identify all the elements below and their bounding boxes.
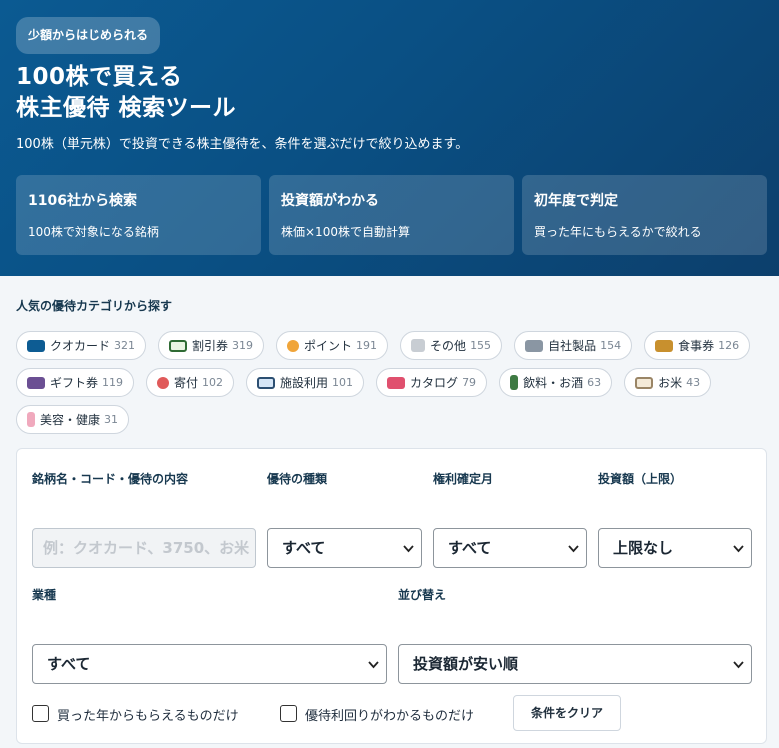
yield-checkbox[interactable] [280,705,297,722]
feature-card-amount: 投資額がわかる 株価×100株で自動計算 [269,175,514,255]
catalog-icon [387,376,406,389]
gift-card-icon [27,376,45,389]
beauty-icon [27,412,35,427]
month-select-value: すべて [448,539,492,557]
amount-select[interactable]: 上限なし [598,528,752,568]
feature-desc: 株価×100株で自動計算 [281,225,410,239]
keyword-search-input[interactable]: 例：クオカード、3750、お米 [32,528,256,568]
chip-count: 155 [470,339,492,352]
sort-select-value: 投資額が安い順 [413,655,519,673]
chip-label: 自社製品 [548,339,597,353]
chip-label: 美容・健康 [40,413,101,427]
chip-count: 319 [232,339,254,352]
chip-label: 食事券 [678,339,715,353]
sort-label: 並び替え [398,588,447,602]
feature-card-search: 1106社から検索 100株で対象になる銘柄 [16,175,261,255]
category-chip-list: クオカード 321 割引券 319 ポイント 191 その他 155 自社製品 … [16,331,756,434]
feature-card-first-year: 初年度で判定 買った年にもらえるかで絞れる [522,175,767,255]
chip-label: カタログ [410,376,459,390]
yield-checkbox-label[interactable]: 優待利回りがわかるものだけ [305,705,474,724]
type-select[interactable]: すべて [267,528,422,568]
chip-label: クオカード [50,339,111,353]
month-select[interactable]: すべて [433,528,587,568]
chip-label: ポイント [304,339,353,353]
chip-count: 79 [462,376,477,389]
chip-label: ギフト券 [50,376,99,390]
chip-count: 101 [332,376,354,389]
card-icon [27,339,45,352]
keyword-label: 銘柄名・コード・優待の内容 [32,472,189,486]
facility-icon [257,376,276,389]
chip-count: 31 [104,413,119,426]
title-line-1: 100株で買える [16,64,183,90]
chevron-down-icon [733,661,744,669]
chevron-down-icon [733,545,744,553]
first-year-checkbox-label[interactable]: 買った年からもらえるものだけ [57,705,239,724]
category-chip-quo-card[interactable]: クオカード 321 [16,331,147,360]
amount-select-value: 上限なし [613,539,674,557]
other-icon [411,339,426,352]
category-chip-own-product[interactable]: 自社製品 154 [514,331,633,360]
feature-title: 投資額がわかる [281,193,379,209]
category-chip-other[interactable]: その他 155 [400,331,503,360]
feature-desc: 買った年にもらえるかで絞れる [534,225,702,239]
meal-ticket-icon [655,339,674,352]
title-line-2: 株主優待 検索ツール [16,95,237,121]
type-select-value: すべて [282,539,326,557]
month-label: 権利確定月 [433,472,494,486]
chevron-down-icon [403,545,414,553]
chip-count: 154 [600,339,622,352]
point-icon [287,339,300,352]
rice-icon [635,376,654,389]
industry-label: 業種 [32,588,57,602]
chip-count: 119 [102,376,124,389]
category-chip-facility[interactable]: 施設利用 101 [246,368,365,397]
category-chip-drink[interactable]: 飲料・お酒 63 [499,368,613,397]
category-chip-discount[interactable]: 割引券 319 [158,331,265,360]
chevron-down-icon [568,545,579,553]
industry-select-value: すべて [47,655,91,673]
chip-count: 191 [356,339,378,352]
category-chip-meal-ticket[interactable]: 食事券 126 [644,331,751,360]
chip-count: 126 [718,339,740,352]
search-filter-panel: 銘柄名・コード・優待の内容 優待の種類 権利確定月 投資額（上限） 例：クオカー… [16,448,767,744]
type-label: 優待の種類 [267,472,328,486]
donation-icon [157,376,170,389]
category-chip-beauty[interactable]: 美容・健康 31 [16,405,130,434]
ticket-icon [169,339,188,352]
drink-icon [510,375,519,390]
chip-label: 割引券 [192,339,229,353]
industry-select[interactable]: すべて [32,644,387,684]
chip-count: 321 [114,339,136,352]
category-chip-point[interactable]: ポイント 191 [276,331,389,360]
chip-label: 飲料・お酒 [523,376,584,390]
product-icon [525,339,544,352]
sort-select[interactable]: 投資額が安い順 [398,644,752,684]
chip-label: その他 [430,339,467,353]
clear-filters-button[interactable]: 条件をクリア [513,695,621,731]
chip-label: お米 [658,376,683,390]
hero-subtitle: 100株（単元株）で投資できる株主優待を、条件を選ぶだけで絞り込めます。 [16,137,469,152]
hero-badge: 少額からはじめられる [16,17,161,54]
chip-count: 63 [587,376,602,389]
chip-count: 102 [202,376,224,389]
chip-label: 寄付 [174,376,199,390]
chevron-down-icon [368,661,379,669]
category-heading: 人気の優待カテゴリから探す [16,299,173,313]
amount-label: 投資額（上限） [598,472,683,486]
category-chip-donation[interactable]: 寄付 102 [146,368,235,397]
feature-desc: 100株で対象になる銘柄 [28,225,159,239]
hero-banner: 少額からはじめられる 100株で買える 株主優待 検索ツール 100株（単元株）… [0,0,779,276]
category-chip-gift-card[interactable]: ギフト券 119 [16,368,135,397]
page-title: 100株で買える 株主優待 検索ツール [16,62,236,124]
feature-title: 1106社から検索 [28,193,137,209]
first-year-checkbox[interactable] [32,705,49,722]
chip-label: 施設利用 [280,376,329,390]
feature-title: 初年度で判定 [534,193,618,209]
category-chip-rice[interactable]: お米 43 [624,368,712,397]
chip-count: 43 [686,376,701,389]
category-chip-catalog[interactable]: カタログ 79 [376,368,488,397]
